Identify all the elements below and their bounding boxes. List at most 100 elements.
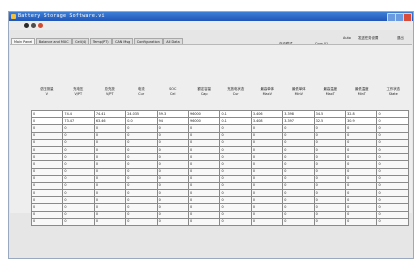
table-cell[interactable]: 0 bbox=[313, 167, 347, 176]
table-cell[interactable]: 0 bbox=[93, 153, 127, 162]
table-cell[interactable]: 0 bbox=[30, 138, 64, 147]
table-cell[interactable]: 0 bbox=[156, 153, 190, 162]
table-cell[interactable]: 0 bbox=[93, 181, 127, 191]
table-cell[interactable]: 0 bbox=[62, 217, 95, 227]
stop-icon[interactable] bbox=[38, 23, 43, 28]
table-cell[interactable]: 0 bbox=[125, 181, 158, 191]
table-cell[interactable]: 30.9 bbox=[345, 117, 378, 126]
table-cell[interactable]: 0 bbox=[345, 145, 378, 155]
table-cell[interactable]: 0 bbox=[313, 145, 347, 155]
table-cell[interactable]: 0 bbox=[376, 189, 409, 198]
table-cell[interactable]: 63.46 bbox=[93, 117, 127, 126]
table-cell[interactable]: 0 bbox=[125, 131, 158, 140]
table-cell[interactable]: 0 bbox=[125, 174, 158, 183]
table-cell[interactable]: 0 bbox=[250, 174, 284, 183]
table-cell[interactable]: 0 bbox=[313, 181, 347, 191]
table-cell[interactable]: 0 bbox=[188, 210, 221, 219]
table-cell[interactable]: 0 bbox=[376, 153, 409, 162]
table-cell[interactable]: 0 bbox=[125, 217, 158, 227]
table-cell[interactable]: 0 bbox=[156, 174, 190, 183]
table-cell[interactable]: 0 bbox=[125, 138, 158, 147]
table-cell[interactable]: 0 bbox=[125, 203, 158, 212]
table-cell[interactable]: 74.4 bbox=[62, 109, 95, 119]
table-cell[interactable]: 0 bbox=[250, 153, 284, 162]
table-cell[interactable]: 0 bbox=[30, 153, 64, 162]
table-cell[interactable]: 0 bbox=[62, 167, 95, 176]
table-cell[interactable]: 0 bbox=[313, 153, 347, 162]
table-cell[interactable]: 0 bbox=[125, 210, 158, 219]
table-cell[interactable]: 0 bbox=[93, 131, 127, 140]
table-cell[interactable]: 0 bbox=[250, 138, 284, 147]
table-cell[interactable]: 0 bbox=[30, 181, 64, 191]
table-cell[interactable]: 0 bbox=[156, 167, 190, 176]
table-cell[interactable]: 0 bbox=[313, 189, 347, 198]
table-cell[interactable]: 0 bbox=[376, 181, 409, 191]
table-cell[interactable]: 0 bbox=[93, 138, 127, 147]
table-cell[interactable]: 96000 bbox=[188, 109, 221, 119]
table-cell[interactable]: 0 bbox=[250, 189, 284, 198]
table-cell[interactable]: 0 bbox=[62, 160, 95, 169]
table-cell[interactable]: 0 bbox=[376, 210, 409, 219]
table-cell[interactable]: 0 bbox=[93, 210, 127, 219]
table-cell[interactable]: 0 bbox=[282, 124, 315, 133]
table-cell[interactable]: 0 bbox=[30, 117, 64, 126]
table-cell[interactable]: 0 bbox=[250, 210, 284, 219]
run-icon[interactable] bbox=[24, 23, 29, 28]
table-cell[interactable]: 0 bbox=[376, 117, 409, 126]
table-cell[interactable]: 0 bbox=[62, 138, 95, 147]
table-cell[interactable]: 0 bbox=[188, 189, 221, 198]
table-cell[interactable]: 0 bbox=[345, 189, 378, 198]
table-cell[interactable]: 0 bbox=[250, 181, 284, 191]
table-cell[interactable]: 0 bbox=[93, 203, 127, 212]
table-cell[interactable]: 0 bbox=[219, 174, 252, 183]
table-cell[interactable]: 0 bbox=[188, 160, 221, 169]
table-cell[interactable]: 0 bbox=[345, 181, 378, 191]
table-cell[interactable]: 0 bbox=[125, 124, 158, 133]
table-cell[interactable]: 0 bbox=[188, 181, 221, 191]
table-cell[interactable]: 32.5 bbox=[313, 117, 347, 126]
table-cell[interactable]: 0 bbox=[313, 210, 347, 219]
table-cell[interactable]: 0 bbox=[156, 181, 190, 191]
table-cell[interactable]: 0 bbox=[30, 160, 64, 169]
table-cell[interactable]: 0 bbox=[30, 124, 64, 133]
table-cell[interactable]: 0 bbox=[62, 174, 95, 183]
table-cell[interactable]: 0 bbox=[282, 160, 315, 169]
table-cell[interactable]: 0 bbox=[188, 124, 221, 133]
table-cell[interactable]: 0 bbox=[250, 124, 284, 133]
table-cell[interactable]: 0 bbox=[30, 109, 64, 119]
table-cell[interactable]: 0 bbox=[156, 145, 190, 155]
table-cell[interactable]: 0 bbox=[156, 160, 190, 169]
table-cell[interactable]: 0 bbox=[376, 145, 409, 155]
table-cell[interactable]: 0 bbox=[219, 217, 252, 227]
table-cell[interactable]: 0.1 bbox=[219, 117, 252, 126]
table-cell[interactable]: 0 bbox=[93, 167, 127, 176]
table-cell[interactable]: 0 bbox=[345, 174, 378, 183]
table-cell[interactable]: 0 bbox=[30, 189, 64, 198]
table-cell[interactable]: 24.035 bbox=[125, 109, 158, 119]
table-cell[interactable]: 0 bbox=[188, 217, 221, 227]
table-cell[interactable]: 0 bbox=[313, 124, 347, 133]
table-cell[interactable]: 0 bbox=[345, 217, 378, 227]
table-cell[interactable]: 0 bbox=[313, 203, 347, 212]
table-cell[interactable]: 0 bbox=[282, 131, 315, 140]
table-cell[interactable]: 0 bbox=[125, 196, 158, 205]
table-cell[interactable]: 0 bbox=[345, 131, 378, 140]
table-cell[interactable]: 0 bbox=[345, 138, 378, 147]
table-cell[interactable]: 0 bbox=[156, 217, 190, 227]
table-cell[interactable]: 3.406 bbox=[250, 109, 284, 119]
table-cell[interactable]: 0 bbox=[376, 203, 409, 212]
table-cell[interactable]: 34.5 bbox=[313, 109, 347, 119]
table-cell[interactable]: 0 bbox=[282, 203, 315, 212]
table-cell[interactable]: 0 bbox=[345, 160, 378, 169]
table-cell[interactable]: 0 bbox=[188, 138, 221, 147]
table-cell[interactable]: 0.0 bbox=[125, 117, 158, 126]
table-cell[interactable]: 59.3 bbox=[156, 109, 190, 119]
table-cell[interactable]: 0 bbox=[62, 124, 95, 133]
table-cell[interactable]: 0.1 bbox=[219, 109, 252, 119]
table-cell[interactable]: 0 bbox=[30, 145, 64, 155]
table-cell[interactable]: 0 bbox=[282, 167, 315, 176]
table-cell[interactable]: 0 bbox=[219, 131, 252, 140]
table-cell[interactable]: 0 bbox=[62, 131, 95, 140]
table-cell[interactable]: 0 bbox=[313, 217, 347, 227]
table-cell[interactable]: 0 bbox=[30, 196, 64, 205]
